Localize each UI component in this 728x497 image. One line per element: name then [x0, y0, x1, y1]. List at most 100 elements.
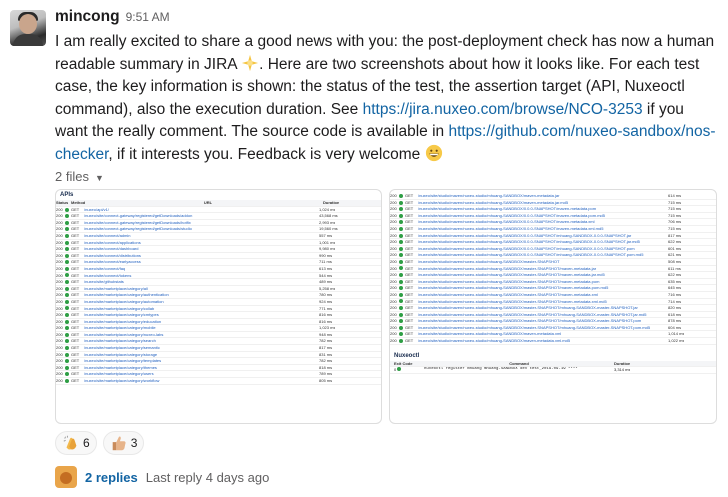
- request-url[interactable]: /nuxeo/site/marketplace/category/users: [84, 371, 319, 377]
- jira-link[interactable]: https://jira.nuxeo.com/browse/NCO-3253: [363, 101, 643, 118]
- http-method: GET: [405, 338, 414, 344]
- request-url[interactable]: /nuxeo/site/studio/maven/nuxeo-studio/mh…: [418, 193, 668, 199]
- duration-value: 714 ms: [668, 298, 682, 304]
- http-method: GET: [71, 265, 80, 271]
- request-url[interactable]: /nuxeo/site/marketplace/category/educati…: [84, 319, 319, 325]
- duration-value: 715 ms: [668, 212, 682, 218]
- table-row: 200 GET/nuxeo/site/marketplace/category/a…: [56, 286, 381, 293]
- request-url[interactable]: /nuxeo/site/marketplace/category/collab: [84, 306, 319, 312]
- author-name[interactable]: mincong: [55, 8, 120, 26]
- request-url[interactable]: /nuxeo/site/studio/maven/nuxeo-studio/mh…: [418, 318, 668, 324]
- table-row: 200 GET/nuxeo/site/studio/maven/nuxeo-stu…: [390, 213, 716, 220]
- status-code: 200: [390, 225, 397, 231]
- table-row: 200 GET/nuxeo/site/studio/maven/nuxeo-stu…: [390, 299, 716, 306]
- request-url[interactable]: /nuxeo/site/connect-gateway/registered/g…: [84, 226, 319, 232]
- request-url[interactable]: /nuxeo/site/studio/maven/nuxeo-studio/mh…: [418, 252, 668, 258]
- request-url[interactable]: /nuxeo/site/marketplace/category/mobile: [84, 325, 319, 331]
- request-url[interactable]: /nuxeo/site/marketplace/category/search: [84, 338, 319, 344]
- http-method: GET: [405, 245, 414, 251]
- http-method: GET: [405, 252, 414, 258]
- table-row: 200 GET/nuxeo/site/studio/maven/nuxeo-stu…: [390, 318, 716, 325]
- request-url[interactable]: /nuxeo/site/studio/maven/nuxeo-studio/mh…: [418, 305, 668, 311]
- request-url[interactable]: /nuxeo/site/githubstats: [84, 279, 319, 285]
- table-row: 200 GET/nuxeo/site/studio/maven/nuxeo-stu…: [390, 200, 716, 207]
- request-url[interactable]: /nuxeo/site/studio/maven/nuxeo-studio/mh…: [418, 259, 668, 265]
- replies-link[interactable]: 2 replies: [85, 470, 138, 485]
- http-method: GET: [71, 371, 80, 377]
- thumbs-up-icon: [112, 436, 126, 451]
- request-url[interactable]: /nuxeo/site/studio/maven/nuxeo-studio/mh…: [418, 206, 668, 212]
- request-url[interactable]: /nuxeo/site/studio/maven/nuxeo-studio/mh…: [418, 292, 668, 298]
- request-url[interactable]: /nuxeo/site/connect/applications: [84, 240, 319, 246]
- request-url[interactable]: /nuxeo/site/connect/distributions: [84, 253, 319, 259]
- request-url[interactable]: /nuxeo/site/marketplace/category/semanti…: [84, 345, 319, 351]
- table-row: 200 GET/nuxeo/site/connect/earlyaccess 711…: [56, 259, 381, 266]
- reaction-clap[interactable]: 6: [55, 431, 97, 455]
- author-avatar[interactable]: [10, 10, 46, 46]
- table-row: 200 GET/nuxeo/site/marketplace/category/e…: [56, 319, 381, 326]
- request-url[interactable]: /nuxeo/site/connect/admin: [84, 233, 319, 239]
- request-url[interactable]: /nuxeo/site/marketplace/category/workflo…: [84, 378, 319, 384]
- request-url[interactable]: /nuxeo/site/connect-gateway/registered/g…: [84, 213, 319, 219]
- request-url[interactable]: /nuxeo/site/marketplace/category/storage: [84, 352, 319, 358]
- status-code: 200: [56, 345, 63, 351]
- request-url[interactable]: /nuxeo/site/marketplace/category/automat…: [84, 299, 319, 305]
- files-toggle[interactable]: 2 files ▼: [55, 169, 720, 189]
- request-url[interactable]: /nuxeo/site/studio/maven/nuxeo-studio/mh…: [418, 285, 668, 291]
- request-url[interactable]: /nuxeo/site/studio/maven/nuxeo-studio/mh…: [418, 325, 668, 331]
- status-code: 200: [56, 364, 63, 370]
- request-url[interactable]: /nuxeo/site/connect/dashboard: [84, 246, 319, 252]
- request-url[interactable]: /nuxeo/site/studio/maven/nuxeo-studio/mh…: [418, 200, 668, 206]
- request-url[interactable]: /nuxeo/site/studio/maven/nuxeo-studio/mh…: [418, 239, 668, 245]
- status-code: 200: [390, 278, 397, 284]
- request-url[interactable]: /nuxeo/api/v1/: [84, 207, 319, 213]
- duration-value: 817 ms: [668, 232, 682, 238]
- status-code: 200: [390, 252, 397, 258]
- request-url[interactable]: /nuxeo/site/studio/maven/nuxeo-studio/mh…: [418, 279, 668, 285]
- request-url[interactable]: /nuxeo/site/marketplace/category/templat…: [84, 358, 319, 364]
- request-url[interactable]: /nuxeo/site/marketplace/category/cmtypes: [84, 312, 319, 318]
- request-url[interactable]: /nuxeo/site/studio/maven/nuxeo-studio/mh…: [418, 331, 668, 337]
- status-code: 200: [56, 246, 63, 252]
- message-timestamp[interactable]: 9:51 AM: [126, 10, 170, 24]
- request-url[interactable]: /nuxeo/site/studio/maven/nuxeo-studio/mh…: [418, 312, 668, 318]
- duration-value: 1,001 ms: [319, 239, 336, 245]
- request-url[interactable]: /nuxeo/site/studio/maven/nuxeo-studio/mh…: [418, 246, 668, 252]
- request-url[interactable]: /nuxeo/site/marketplace/category/nuxeo-l…: [84, 332, 319, 338]
- status-code: 200: [390, 291, 397, 297]
- request-url[interactable]: /nuxeo/site/studio/maven/nuxeo-studio/mh…: [418, 272, 668, 278]
- request-url[interactable]: /nuxeo/site/studio/maven/nuxeo-studio/mh…: [418, 338, 668, 344]
- request-url[interactable]: /nuxeo/site/connect/faq: [84, 266, 319, 272]
- request-url[interactable]: /nuxeo/site/connect/earlyaccess: [84, 259, 319, 265]
- request-url[interactable]: /nuxeo/site/studio/maven/nuxeo-studio/mh…: [418, 266, 668, 272]
- duration-value: 780 ms: [319, 292, 333, 298]
- http-method: GET: [71, 226, 80, 232]
- status-code: 200: [56, 292, 63, 298]
- http-method: GET: [405, 285, 414, 291]
- thread-summary[interactable]: 2 replies Last reply 4 days ago: [55, 466, 269, 488]
- screenshot-apis[interactable]: APIs Status Method URL Duration 200 GET/n…: [55, 189, 382, 424]
- http-method: GET: [405, 225, 414, 231]
- duration-value: 1,022 ms: [668, 338, 685, 344]
- reaction-thumbsup[interactable]: 3: [102, 431, 145, 455]
- table-row: 200 GET/nuxeo/site/marketplace/category/s…: [56, 345, 381, 352]
- duration-value: 635 ms: [668, 278, 682, 284]
- screenshot-studio[interactable]: 200 GET/nuxeo/site/studio/maven/nuxeo-stu…: [389, 189, 717, 424]
- request-url[interactable]: /nuxeo/site/connect/tokens: [84, 273, 319, 279]
- request-url[interactable]: /nuxeo/site/marketplace/category/all: [84, 286, 319, 292]
- request-url[interactable]: /nuxeo/site/studio/maven/nuxeo-studio/mh…: [418, 213, 668, 219]
- request-url[interactable]: /nuxeo/site/connect-gateway/registered/g…: [84, 220, 319, 226]
- request-url[interactable]: /nuxeo/site/marketplace/category/themes: [84, 365, 319, 371]
- http-method: GET: [71, 206, 80, 212]
- request-url[interactable]: /nuxeo/site/studio/maven/nuxeo-studio/mh…: [418, 299, 668, 305]
- status-code: 200: [56, 318, 63, 324]
- table-row: 200 GET/nuxeo/site/marketplace/category/s…: [56, 352, 381, 359]
- table-row: 200 GET/nuxeo/site/studio/maven/nuxeo-stu…: [390, 252, 716, 259]
- http-method: GET: [71, 213, 80, 219]
- request-url[interactable]: /nuxeo/site/studio/maven/nuxeo-studio/mh…: [418, 219, 668, 225]
- request-url[interactable]: /nuxeo/site/marketplace/category/authent…: [84, 292, 319, 298]
- request-url[interactable]: /nuxeo/site/studio/maven/nuxeo-studio/mh…: [418, 226, 668, 232]
- request-url[interactable]: /nuxeo/site/studio/maven/nuxeo-studio/mh…: [418, 233, 668, 239]
- reaction-count: 6: [83, 436, 90, 450]
- duration-value: 1,014 ms: [668, 331, 685, 337]
